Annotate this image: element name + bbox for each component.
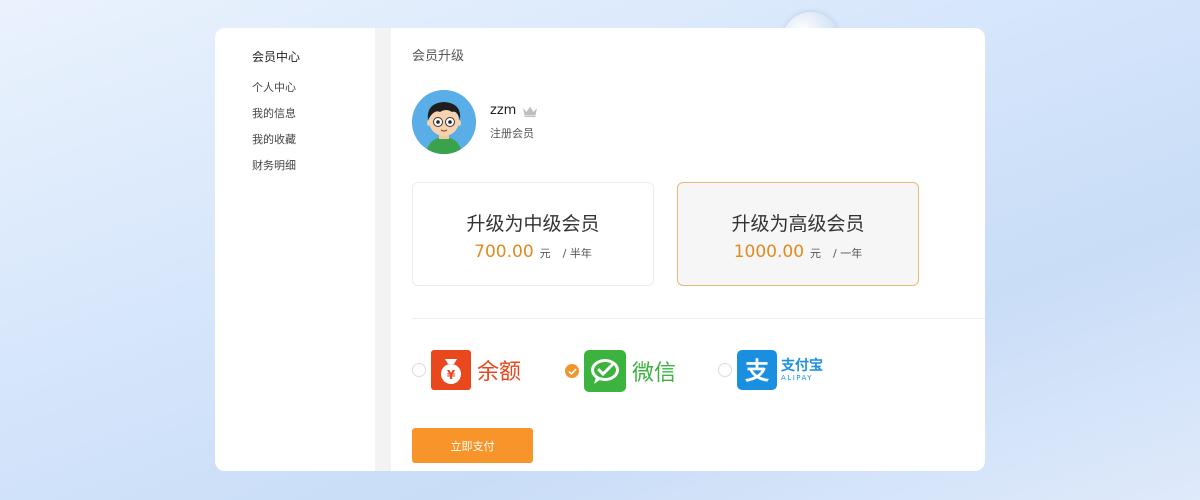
payment-option-balance[interactable]: ¥ 余额 (412, 350, 521, 390)
page-title: 会员升级 (412, 49, 465, 64)
plan-name: 升级为高级会员 (731, 213, 865, 235)
sidebar-item-my-favorites[interactable]: 我的收藏 (252, 133, 375, 159)
pay-now-button[interactable]: 立即支付 (412, 428, 533, 463)
sidebar-item-personal-center[interactable]: 个人中心 (252, 81, 375, 107)
user-info: zzm 注册会员 (490, 103, 538, 141)
payment-option-wechat[interactable]: 微信 (565, 350, 676, 392)
plan-card-intermediate[interactable]: 升级为中级会员 700.00 元 / 半年 (412, 182, 654, 286)
user-profile: zzm 注册会员 (412, 90, 538, 154)
plan-name: 升级为中级会员 (466, 213, 600, 235)
alipay-sublabel: ALIPAY (781, 373, 814, 382)
divider (412, 318, 985, 319)
wechat-radio[interactable] (565, 364, 579, 378)
plan-currency-unit: 元 (539, 247, 551, 260)
plan-currency-unit: 元 (810, 247, 822, 260)
sidebar-title: 会员中心 (252, 50, 301, 64)
sidebar-divider (375, 28, 391, 471)
member-level: 注册会员 (490, 127, 534, 140)
plan-period: / 半年 (562, 247, 592, 260)
svg-text:¥: ¥ (447, 368, 456, 382)
crown-icon (523, 106, 538, 117)
sidebar-item-my-info[interactable]: 我的信息 (252, 107, 375, 133)
main-content: 会员升级 zzm 注册会员 升级为中级会员 700.00 元 / 半年 升级为高… (391, 28, 985, 471)
alipay-logo: 支 支付宝 ALIPAY (737, 350, 823, 390)
plan-period: / 一年 (833, 247, 863, 260)
plan-price: 700.00 (474, 242, 534, 262)
plan-card-advanced[interactable]: 升级为高级会员 1000.00 元 / 一年 (677, 182, 919, 286)
balance-radio[interactable] (412, 363, 426, 377)
wechat-logo: 微信 (584, 350, 676, 392)
svg-text:支: 支 (745, 357, 770, 385)
alipay-icon: 支 (737, 350, 777, 390)
alipay-radio[interactable] (718, 363, 732, 377)
sidebar: 会员中心 个人中心 我的信息 我的收藏 财务明细 (215, 28, 375, 471)
cartoon-boy-icon (412, 90, 476, 154)
alipay-label: 支付宝 (781, 357, 823, 374)
plan-price: 1000.00 (733, 242, 805, 262)
sidebar-item-finance-details[interactable]: 财务明细 (252, 159, 375, 185)
wechat-label: 微信 (632, 361, 677, 386)
balance-label: 余额 (477, 360, 522, 385)
payment-option-alipay[interactable]: 支 支付宝 ALIPAY (718, 350, 823, 390)
wechat-icon (584, 350, 626, 392)
username: zzm (490, 103, 517, 118)
member-upgrade-card: 会员中心 个人中心 我的信息 我的收藏 财务明细 会员升级 zzm 注册会员 升… (215, 28, 985, 471)
balance-logo: ¥ 余额 (431, 350, 521, 390)
check-icon (567, 367, 577, 375)
avatar (412, 90, 476, 154)
money-bag-icon: ¥ (431, 350, 471, 390)
